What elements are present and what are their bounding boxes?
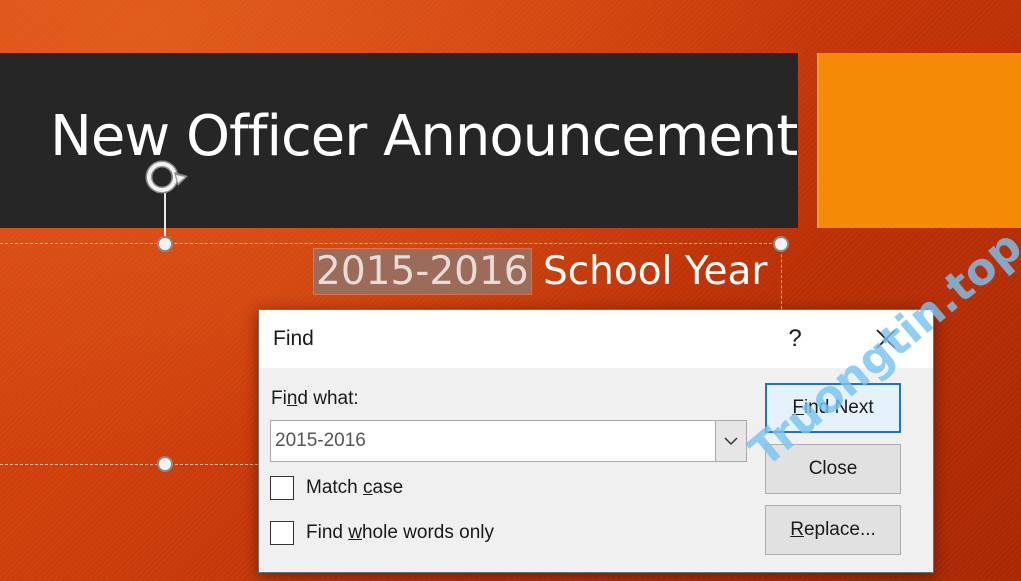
help-button[interactable]: ? [769, 316, 821, 362]
selection-border-right [781, 244, 782, 309]
close-button[interactable]: Close [765, 444, 901, 494]
close-icon[interactable] [859, 316, 913, 362]
resize-handle-top-left[interactable] [157, 236, 173, 252]
whole-words-option[interactable]: Find whole words only [270, 519, 494, 547]
find-what-label: Find what: [271, 388, 359, 409]
selection-border-top [0, 243, 782, 244]
find-next-button[interactable]: Find Next [765, 383, 901, 433]
match-case-option[interactable]: Match case [270, 474, 403, 502]
subtitle-text[interactable]: School Year [531, 249, 767, 294]
match-case-label[interactable]: Match case [306, 477, 403, 499]
find-dialog: Find ? Find what: 2015-2016 Match case F… [258, 309, 934, 573]
chevron-down-icon[interactable] [715, 421, 746, 461]
resize-handle-top-right[interactable] [773, 236, 789, 252]
slide-subtitle[interactable]: 2015-2016 School Year [313, 248, 767, 295]
accent-block [817, 53, 1021, 228]
dialog-titlebar[interactable]: Find ? [259, 310, 933, 368]
match-case-checkbox[interactable] [270, 476, 294, 500]
rotate-handle-icon[interactable] [142, 158, 190, 198]
selection-border-bottom [0, 464, 258, 465]
whole-words-checkbox[interactable] [270, 521, 294, 545]
resize-handle-middle-left[interactable] [157, 456, 173, 472]
rotate-stem [164, 193, 166, 237]
dialog-title: Find [273, 327, 314, 350]
highlighted-search-match[interactable]: 2015-2016 [313, 248, 532, 295]
whole-words-label[interactable]: Find whole words only [306, 522, 494, 544]
find-what-combobox[interactable]: 2015-2016 [270, 420, 747, 462]
replace-button[interactable]: Replace... [765, 505, 901, 555]
find-what-input[interactable]: 2015-2016 [275, 430, 366, 452]
